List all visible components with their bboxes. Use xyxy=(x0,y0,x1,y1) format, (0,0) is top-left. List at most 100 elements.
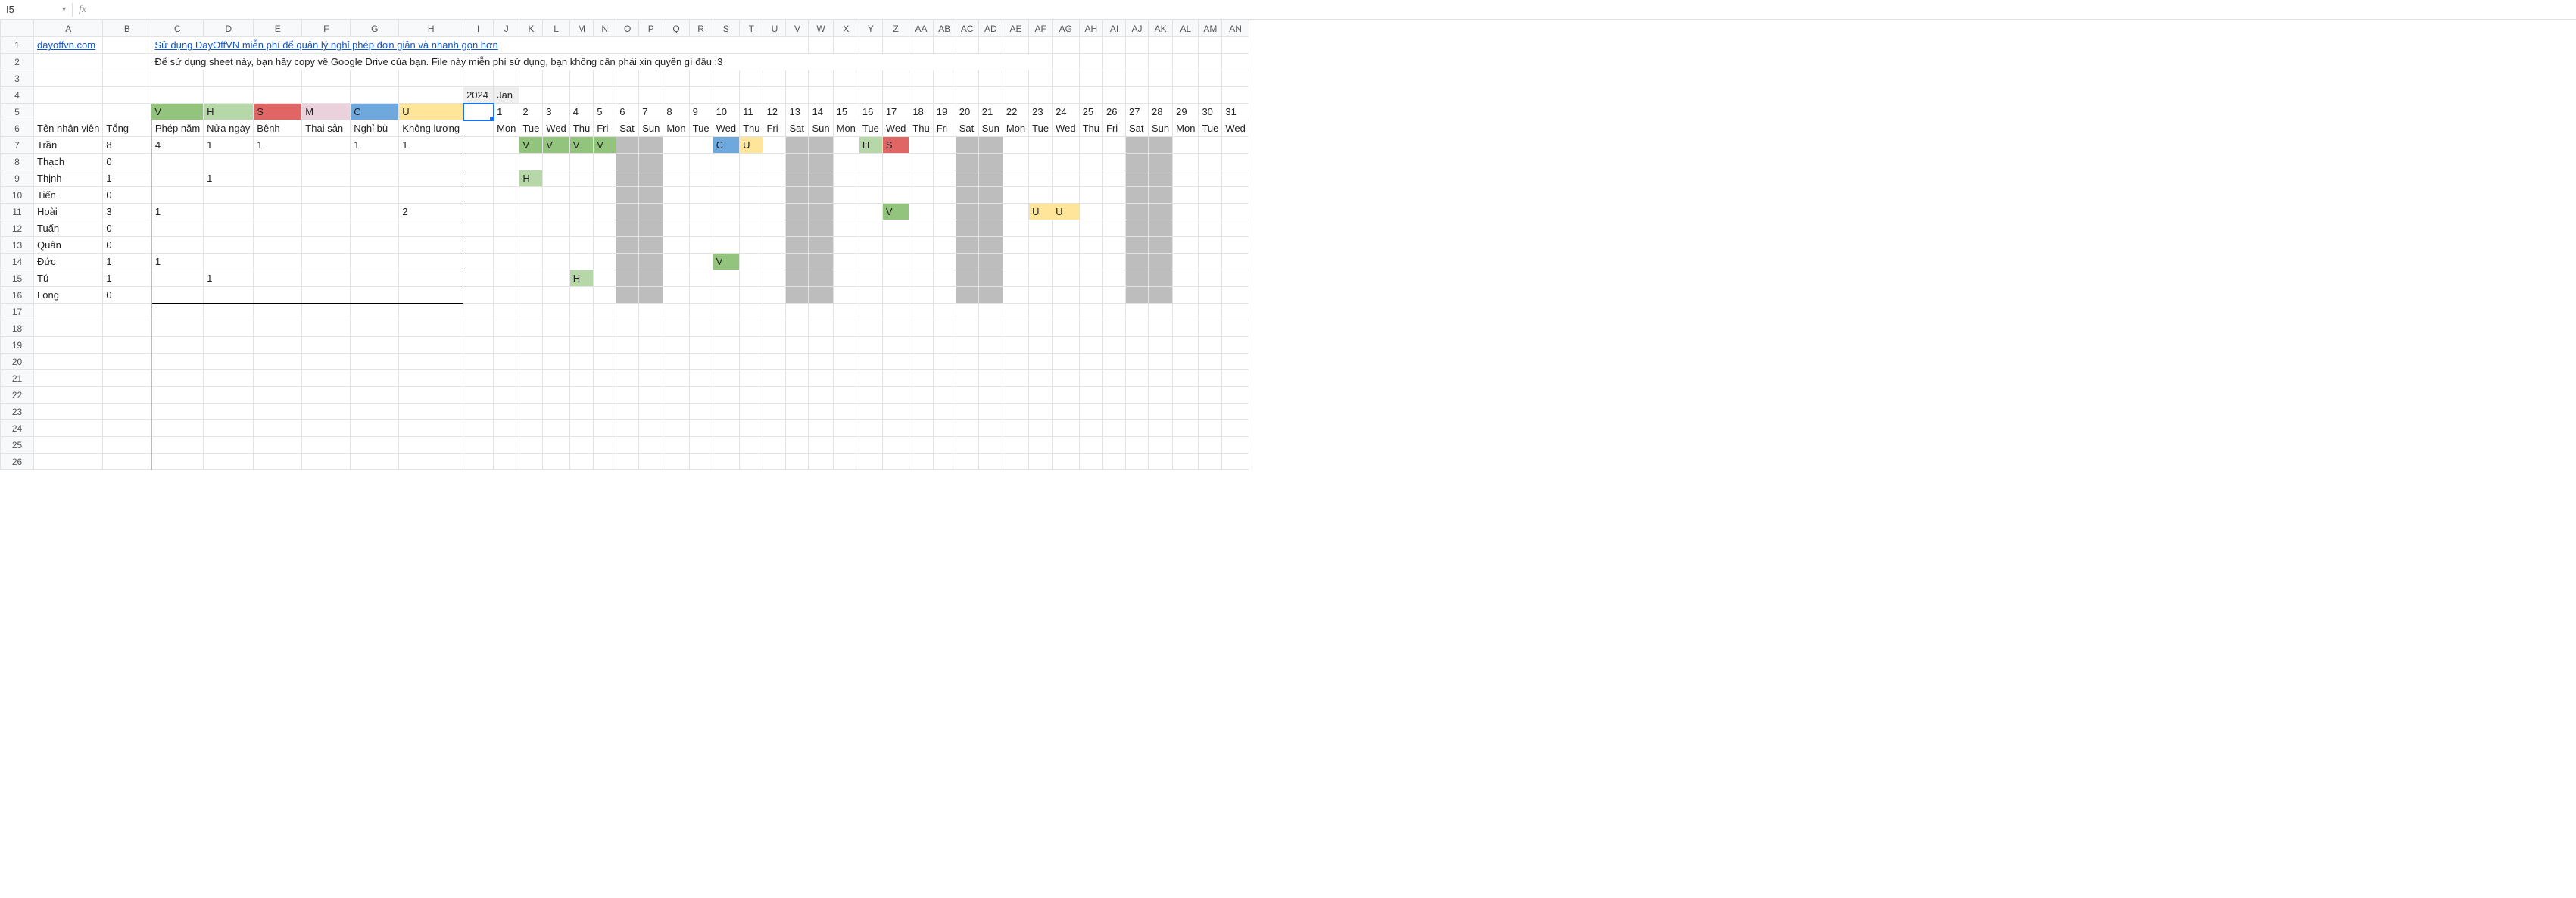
cell-AC17[interactable] xyxy=(956,304,978,320)
cell-Y16[interactable] xyxy=(859,287,882,304)
cell-R7[interactable] xyxy=(689,137,713,154)
cell-K20[interactable] xyxy=(519,354,543,370)
cell-AN8[interactable] xyxy=(1222,154,1249,170)
cell-F5[interactable]: M xyxy=(302,104,351,120)
cell-AM6[interactable]: Tue xyxy=(1199,120,1222,137)
cell-AC16[interactable] xyxy=(956,287,978,304)
cell-AB22[interactable] xyxy=(933,387,956,404)
cell-H26[interactable] xyxy=(399,454,463,470)
cell-B20[interactable] xyxy=(103,354,151,370)
col-header-G[interactable]: G xyxy=(351,20,399,37)
cell-AH15[interactable] xyxy=(1079,270,1102,287)
cell-AK21[interactable] xyxy=(1149,370,1173,387)
cell-AE15[interactable] xyxy=(1003,270,1028,287)
cell-T13[interactable] xyxy=(740,237,763,254)
cell-Z26[interactable] xyxy=(882,454,909,470)
cell-AH4[interactable] xyxy=(1079,87,1102,104)
cell-Z7[interactable]: S xyxy=(882,137,909,154)
cell-AK12[interactable] xyxy=(1149,220,1173,237)
cell-V20[interactable] xyxy=(786,354,809,370)
cell-AG7[interactable] xyxy=(1053,137,1080,154)
row-header-21[interactable]: 21 xyxy=(1,370,34,387)
cell-M26[interactable] xyxy=(569,454,593,470)
cell-AM13[interactable] xyxy=(1199,237,1222,254)
cell-G4[interactable] xyxy=(351,87,399,104)
cell-O26[interactable] xyxy=(616,454,639,470)
cell-C17[interactable] xyxy=(151,304,204,320)
cell-Z11[interactable]: V xyxy=(882,204,909,220)
cell-AE24[interactable] xyxy=(1003,420,1028,437)
cell-AG18[interactable] xyxy=(1053,320,1080,337)
cell-D24[interactable] xyxy=(204,420,254,437)
cell-AB8[interactable] xyxy=(933,154,956,170)
cell-E26[interactable] xyxy=(254,454,302,470)
cell-U11[interactable] xyxy=(763,204,786,220)
cell-AM25[interactable] xyxy=(1199,437,1222,454)
cell-AG22[interactable] xyxy=(1053,387,1080,404)
cell-AH8[interactable] xyxy=(1079,154,1102,170)
cell-Q12[interactable] xyxy=(663,220,689,237)
cell-A6[interactable]: Tên nhân viên xyxy=(34,120,103,137)
cell-W9[interactable] xyxy=(809,170,833,187)
cell-AI10[interactable] xyxy=(1103,187,1126,204)
cell-L4[interactable] xyxy=(543,87,570,104)
cell-AM19[interactable] xyxy=(1199,337,1222,354)
cell-R20[interactable] xyxy=(689,354,713,370)
cell-R19[interactable] xyxy=(689,337,713,354)
cell-AH26[interactable] xyxy=(1079,454,1102,470)
cell-H19[interactable] xyxy=(399,337,463,354)
cell-E16[interactable] xyxy=(254,287,302,304)
cell-AH5[interactable]: 25 xyxy=(1079,104,1102,120)
cell-AM22[interactable] xyxy=(1199,387,1222,404)
cell-AE18[interactable] xyxy=(1003,320,1028,337)
row-header-22[interactable]: 22 xyxy=(1,387,34,404)
cell-AB3[interactable] xyxy=(933,70,956,87)
cell-L21[interactable] xyxy=(543,370,570,387)
cell-AJ17[interactable] xyxy=(1126,304,1149,320)
cell-A11[interactable]: Hoài xyxy=(34,204,103,220)
cell-AI14[interactable] xyxy=(1103,254,1126,270)
cell-P20[interactable] xyxy=(639,354,663,370)
cell-S16[interactable] xyxy=(713,287,740,304)
col-header-W[interactable]: W xyxy=(809,20,833,37)
cell-AD21[interactable] xyxy=(978,370,1003,387)
cell-AC4[interactable] xyxy=(956,87,978,104)
cell-R21[interactable] xyxy=(689,370,713,387)
cell-Y21[interactable] xyxy=(859,370,882,387)
cell-K10[interactable] xyxy=(519,187,543,204)
cell-N12[interactable] xyxy=(594,220,616,237)
cell-AK17[interactable] xyxy=(1149,304,1173,320)
cell-AB14[interactable] xyxy=(933,254,956,270)
cell-AE25[interactable] xyxy=(1003,437,1028,454)
cell-K3[interactable] xyxy=(519,70,543,87)
cell-Z22[interactable] xyxy=(882,387,909,404)
cell-AC19[interactable] xyxy=(956,337,978,354)
cell-AA10[interactable] xyxy=(909,187,933,204)
cell-E10[interactable] xyxy=(254,187,302,204)
cell-AK20[interactable] xyxy=(1149,354,1173,370)
cell-D9[interactable]: 1 xyxy=(204,170,254,187)
cell-W5[interactable]: 14 xyxy=(809,104,833,120)
cell-AN14[interactable] xyxy=(1222,254,1249,270)
cell-AI1[interactable] xyxy=(1103,37,1126,54)
col-header-X[interactable]: X xyxy=(833,20,859,37)
cell-J21[interactable] xyxy=(494,370,519,387)
col-header-AB[interactable]: AB xyxy=(933,20,956,37)
cell-B15[interactable]: 1 xyxy=(103,270,151,287)
formula-input[interactable] xyxy=(92,2,2576,18)
cell-Y8[interactable] xyxy=(859,154,882,170)
cell-D18[interactable] xyxy=(204,320,254,337)
cell-AI18[interactable] xyxy=(1103,320,1126,337)
cell-H21[interactable] xyxy=(399,370,463,387)
cell-AJ11[interactable] xyxy=(1126,204,1149,220)
cell-I5[interactable] xyxy=(463,104,494,120)
col-header-P[interactable]: P xyxy=(639,20,663,37)
cell-E3[interactable] xyxy=(254,70,302,87)
cell-M9[interactable] xyxy=(569,170,593,187)
cell-AF16[interactable] xyxy=(1029,287,1053,304)
cell-AF12[interactable] xyxy=(1029,220,1053,237)
cell-V6[interactable]: Sat xyxy=(786,120,809,137)
cell-M7[interactable]: V xyxy=(569,137,593,154)
cell-X22[interactable] xyxy=(833,387,859,404)
cell-L26[interactable] xyxy=(543,454,570,470)
